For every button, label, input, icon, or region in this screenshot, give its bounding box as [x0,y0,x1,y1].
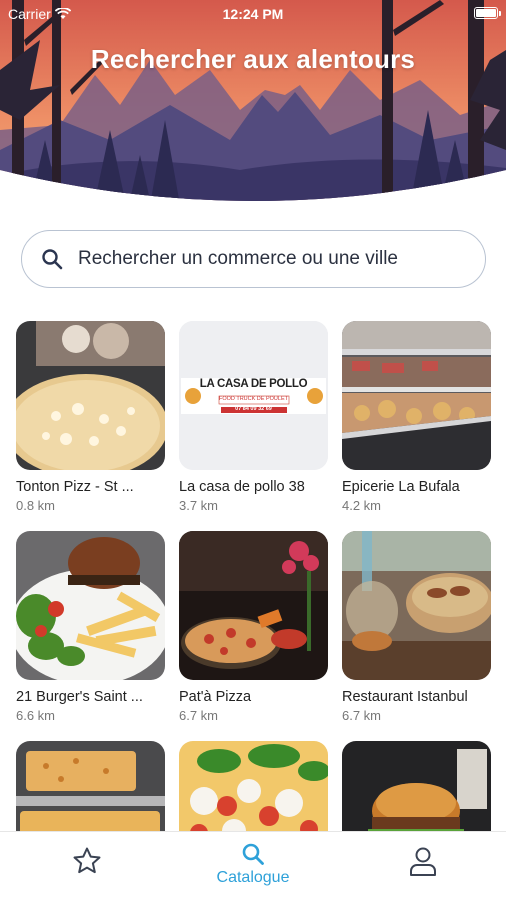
star-icon [73,847,101,874]
search-input[interactable] [78,248,458,270]
mountain-forest-illustration [0,0,506,201]
logo-subtitle: FOOD TRUCK DE POULET [219,396,288,402]
business-distance: 0.8 km [16,498,56,513]
business-image [342,741,491,831]
battery-icon [474,7,501,19]
business-card[interactable] [342,741,491,831]
bottom-tab-bar: Catalogue [0,831,506,900]
business-image: LA CASA DE POLLO FOOD TRUCK DE POULET 07… [179,321,328,470]
status-bar: Carrier 12:24 PM [0,0,506,28]
business-image [16,531,165,680]
logo-title: LA CASA DE POLLO [199,378,308,390]
business-name: Pat'à Pizza [179,689,252,705]
logo-phone: 07 84 09 32 69 [235,406,272,412]
business-image [342,531,491,680]
business-card[interactable]: 21 Burger's Saint ... 6.6 km [16,531,165,723]
business-name: Restaurant Istanbul [342,689,468,705]
status-time: 12:24 PM [222,6,284,22]
business-image [179,741,328,831]
business-distance: 4.2 km [342,498,382,513]
tab-favorites[interactable] [62,832,112,900]
business-card[interactable]: LA CASA DE POLLO FOOD TRUCK DE POULET 07… [179,321,328,513]
tab-catalogue-label: Catalogue [216,869,290,886]
page-title: Rechercher aux alentours [90,44,416,74]
search-bar[interactable] [21,230,486,288]
tab-profile[interactable] [398,832,448,900]
business-image [16,741,165,831]
business-card[interactable] [16,741,165,831]
search-icon [242,843,264,865]
business-distance: 3.7 km [179,498,219,513]
business-name: Tonton Pizz - St ... [16,479,134,495]
user-icon [410,847,436,876]
business-card[interactable]: Pat'à Pizza 6.7 km [179,531,328,723]
business-grid[interactable]: Tonton Pizz - St ... 0.8 km LA CASA DE P… [16,321,492,831]
business-card[interactable] [179,741,328,831]
business-name: Epicerie La Bufala [342,479,460,495]
business-card[interactable]: Tonton Pizz - St ... 0.8 km [16,321,165,513]
business-name: La casa de pollo 38 [179,479,305,495]
tab-catalogue[interactable]: Catalogue [203,832,303,900]
business-image [16,321,165,470]
business-card[interactable]: Epicerie La Bufala 4.2 km [342,321,491,513]
business-distance: 6.7 km [342,708,382,723]
business-image [179,531,328,680]
business-card[interactable]: Restaurant Istanbul 6.7 km [342,531,491,723]
header-banner: Carrier 12:24 PM Rechercher aux alentour… [0,0,506,215]
business-image [342,321,491,470]
business-distance: 6.7 km [179,708,219,723]
search-icon [42,249,63,270]
business-distance: 6.6 km [16,708,56,723]
business-name: 21 Burger's Saint ... [16,689,143,705]
